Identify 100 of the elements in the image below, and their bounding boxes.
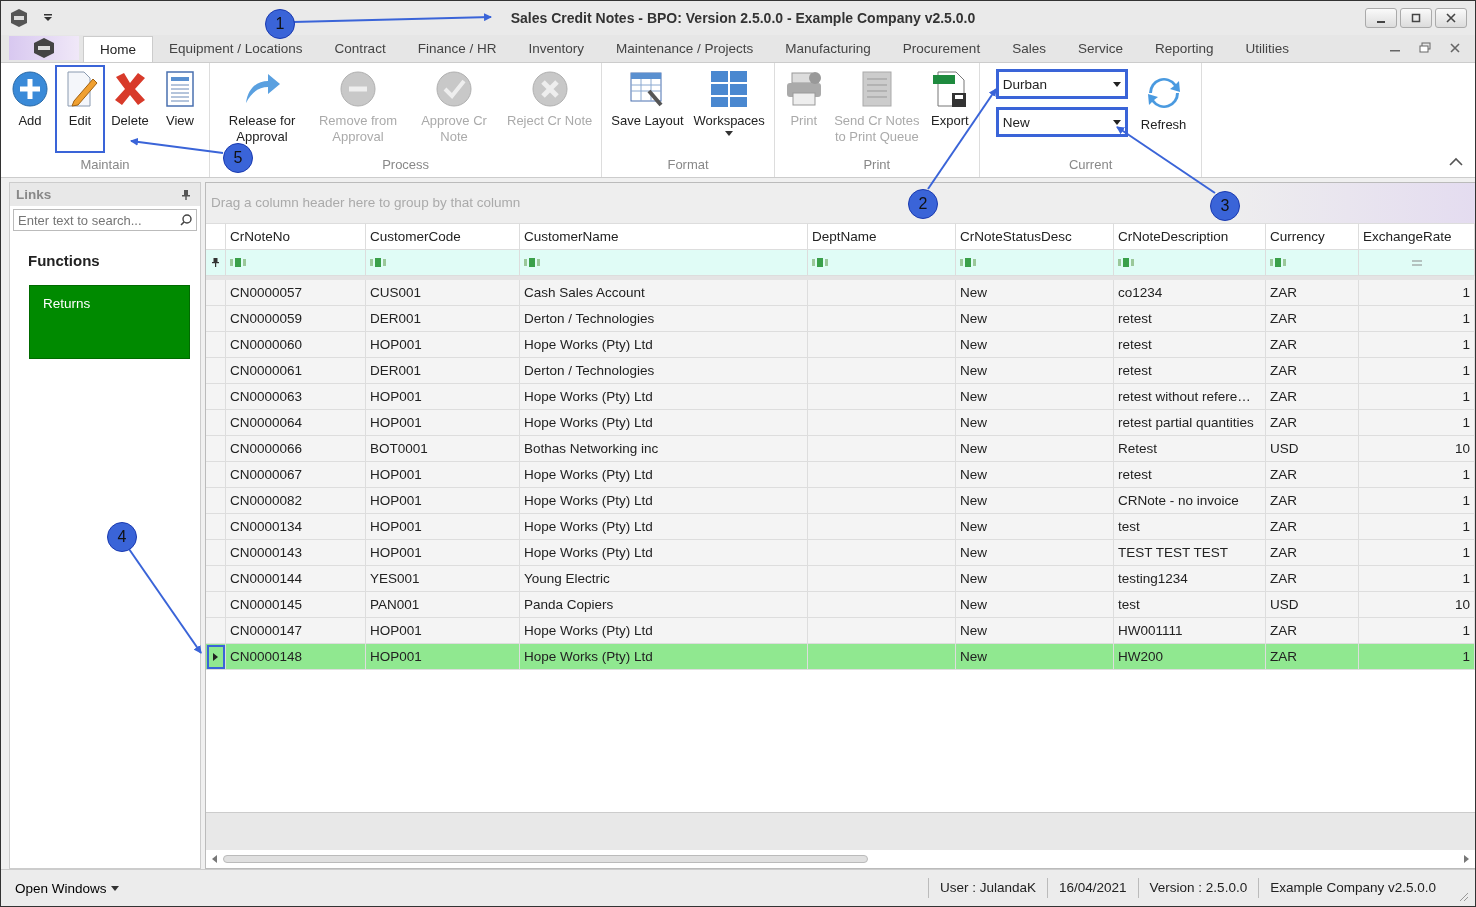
filter-cell[interactable] (226, 250, 366, 276)
ribbon-tab[interactable]: Home (83, 36, 153, 62)
column-header[interactable]: CrNoteDescription (1114, 223, 1266, 250)
ribbon-tab[interactable]: Reporting (1138, 36, 1230, 62)
table-cell: Cash Sales Account (520, 280, 808, 306)
caret-icon (725, 131, 734, 136)
table-cell: Panda Copiers (520, 592, 808, 618)
search-icon (180, 214, 192, 226)
table-cell: 1 (1359, 410, 1475, 436)
table-cell: New (956, 332, 1114, 358)
column-header[interactable]: ExchangeRate (1359, 223, 1475, 250)
search-field[interactable]: Enter text to search... (13, 209, 197, 231)
table-cell: ZAR (1266, 618, 1359, 644)
filter-cell[interactable] (1359, 250, 1475, 276)
table-cell: 1 (1359, 540, 1475, 566)
ribbon-tab[interactable]: Maintenance / Projects (599, 36, 770, 62)
ribbon-button[interactable]: Delete (105, 65, 155, 153)
application-menu-button[interactable] (9, 36, 79, 60)
column-header[interactable]: CustomerCode (366, 223, 520, 250)
column-header[interactable]: CrNoteStatusDesc (956, 223, 1114, 250)
ribbon-tab[interactable]: Equipment / Locations (153, 36, 319, 62)
text-filter-icon (370, 258, 388, 267)
add-icon (10, 69, 50, 109)
scrollbar-thumb[interactable] (223, 855, 868, 863)
filter-cell[interactable] (808, 250, 956, 276)
table-cell: HOP001 (366, 332, 520, 358)
ribbon-tab[interactable]: Sales (996, 36, 1062, 62)
column-header[interactable]: CustomerName (520, 223, 808, 250)
column-header[interactable]: CrNoteNo (226, 223, 366, 250)
table-cell: 1 (1359, 358, 1475, 384)
pin-icon (212, 258, 219, 267)
minimize-button[interactable] (1365, 8, 1397, 28)
table-cell: New (956, 306, 1114, 332)
column-header[interactable]: Currency (1266, 223, 1359, 250)
table-cell: 1 (1359, 462, 1475, 488)
maximize-button[interactable] (1400, 8, 1432, 28)
table-cell: Hope Works (Pty) Ltd (520, 462, 808, 488)
quick-access-dropdown-icon[interactable] (43, 14, 53, 22)
scroll-left-icon[interactable] (212, 855, 217, 863)
table-cell: CN0000066 (226, 436, 366, 462)
app-logo-icon[interactable] (9, 8, 29, 28)
table-cell: HW200 (1114, 644, 1266, 670)
ribbon-button[interactable]: Edit (55, 65, 105, 153)
filter-cell[interactable] (366, 250, 520, 276)
table-cell: 1 (1359, 280, 1475, 306)
ribbon-button[interactable]: Save Layout (606, 65, 689, 153)
ribbon-tab[interactable]: Finance / HR (401, 36, 513, 62)
text-filter-icon (524, 258, 542, 267)
open-windows-button[interactable]: Open Windows (1, 880, 133, 896)
table-cell: HOP001 (366, 488, 520, 514)
filter-cell[interactable] (1266, 250, 1359, 276)
table-cell: Retest (1114, 436, 1266, 462)
filter-cell[interactable] (520, 250, 808, 276)
ribbon-tab[interactable]: Inventory (512, 36, 600, 62)
resize-grip-icon[interactable] (1459, 892, 1469, 902)
dropdown-field[interactable]: New (995, 107, 1128, 137)
table-cell: CN0000143 (226, 540, 366, 566)
ribbon-group-label: Maintain (79, 157, 131, 174)
table-cell: ZAR (1266, 410, 1359, 436)
pin-icon[interactable] (182, 189, 190, 200)
table-cell: Young Electric (520, 566, 808, 592)
ribbon-tab[interactable]: Procurement (886, 36, 997, 62)
ribbon-tab[interactable]: Contract (318, 36, 402, 62)
table-cell: HOP001 (366, 410, 520, 436)
minimize-icon (1377, 20, 1385, 23)
filter-cell[interactable] (1114, 250, 1266, 276)
close-button[interactable] (1435, 8, 1467, 28)
row-header[interactable] (206, 644, 226, 670)
table-cell: 1 (1359, 306, 1475, 332)
restore-icon[interactable] (1419, 42, 1431, 54)
panel-title: Links (16, 187, 52, 202)
table-cell: retest (1114, 332, 1266, 358)
collapse-ribbon-icon[interactable] (1449, 157, 1463, 167)
table-cell: ZAR (1266, 488, 1359, 514)
table-cell: retest without refere… (1114, 384, 1266, 410)
ribbon-tab[interactable]: Service (1061, 36, 1139, 62)
table-cell: New (956, 618, 1114, 644)
table-cell: Derton / Technologies (520, 306, 808, 332)
table-cell: CN0000060 (226, 332, 366, 358)
table-cell: co1234 (1114, 280, 1266, 306)
ribbon-tab[interactable]: Utilities (1229, 36, 1305, 62)
dropdown-field[interactable]: Durban (995, 69, 1128, 99)
refresh-button[interactable]: Refresh (1135, 69, 1192, 157)
close-icon[interactable] (1449, 42, 1461, 54)
table-cell: New (956, 592, 1114, 618)
column-header[interactable]: DeptName (808, 223, 956, 250)
table-cell: BOT0001 (366, 436, 520, 462)
ribbon-button[interactable]: View (155, 65, 205, 153)
ribbon-button[interactable]: Workspaces (688, 65, 770, 153)
table-cell: CN0000061 (226, 358, 366, 384)
table-cell: testing1234 (1114, 566, 1266, 592)
scroll-right-icon[interactable] (1464, 855, 1469, 863)
ribbon-tab[interactable]: Manufacturing (769, 36, 887, 62)
table-cell: retest partial quantities (1114, 410, 1266, 436)
ribbon-button[interactable]: Export (924, 65, 975, 153)
table-cell: CN0000147 (226, 618, 366, 644)
ribbon-button[interactable]: Add (5, 65, 55, 153)
filter-cell[interactable] (956, 250, 1114, 276)
table-cell: 10 (1359, 592, 1475, 618)
function-tile[interactable]: Returns (29, 285, 190, 359)
